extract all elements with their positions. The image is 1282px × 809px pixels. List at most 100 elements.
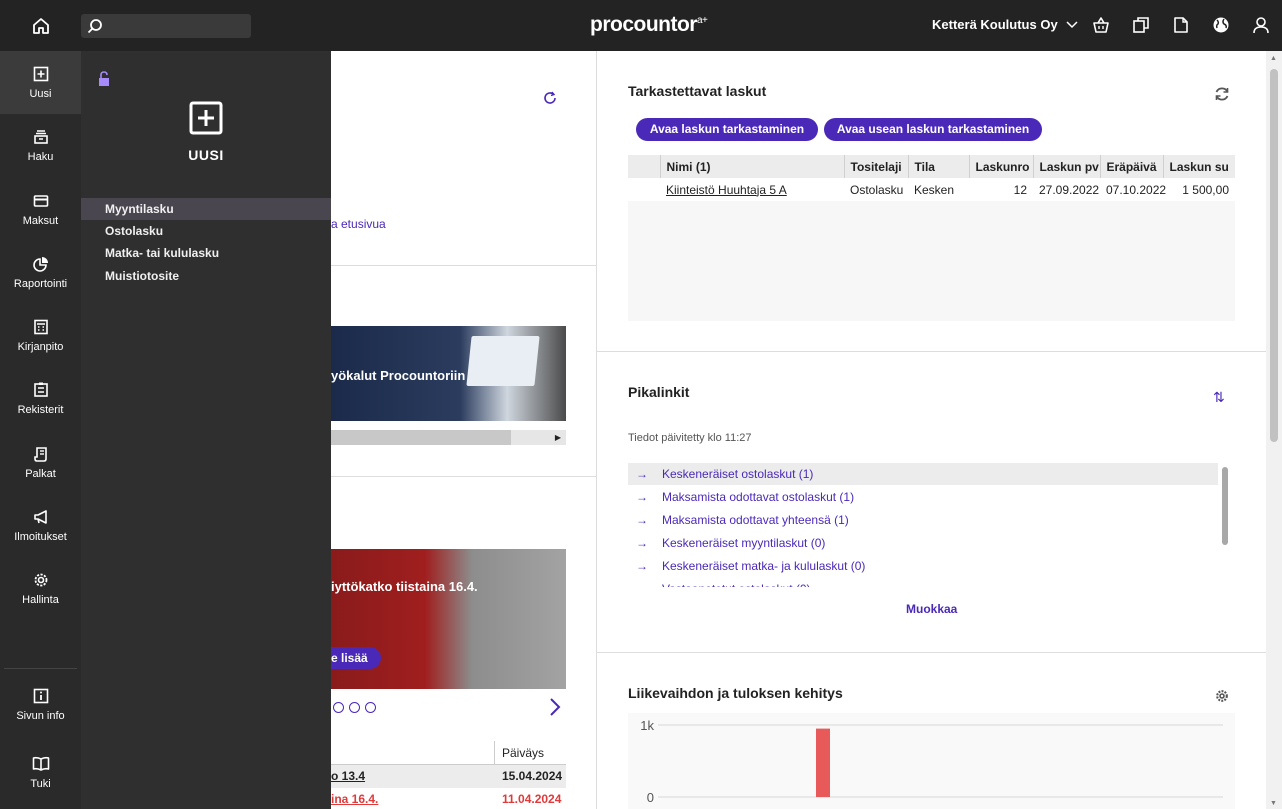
- open-multiple-invoice-review-button[interactable]: Avaa usean laskun tarkastaminen: [824, 118, 1042, 141]
- column-header[interactable]: Tila: [908, 155, 970, 178]
- chart-bar[interactable]: [816, 728, 830, 797]
- carousel-dot[interactable]: [333, 702, 344, 713]
- quicklink-label: Maksamista odottavat ostolaskut (1): [662, 490, 855, 504]
- quicklink-item[interactable]: → Keskeneräiset ostolaskut (1): [628, 463, 1218, 485]
- unlock-icon[interactable]: [98, 71, 110, 90]
- user-icon[interactable]: [1251, 15, 1271, 35]
- nav-item-kirjanpito[interactable]: Kirjanpito: [0, 304, 81, 367]
- chevron-right-icon[interactable]: [549, 697, 561, 720]
- gear-icon[interactable]: [1215, 689, 1229, 706]
- news-banner-1[interactable]: yökalut Procountoriin: [331, 326, 566, 421]
- nav-item-raportointi[interactable]: Raportointi: [0, 241, 81, 304]
- globe-icon[interactable]: [1211, 15, 1231, 35]
- refresh-icon[interactable]: [543, 91, 557, 108]
- chart-title: Liikevaihdon ja tuloksen kehitys: [628, 685, 843, 701]
- nav-item-tuki[interactable]: Tuki: [0, 741, 81, 804]
- news-title[interactable]: o 13.4: [331, 769, 365, 783]
- invoices-to-review-title: Tarkastettavat laskut: [628, 83, 767, 99]
- table-row[interactable]: Kiinteistö Huuhtaja 5 A Ostolasku Kesken…: [628, 178, 1235, 201]
- nav-item-haku[interactable]: Haku: [0, 114, 81, 177]
- nav-label: Raportointi: [13, 277, 68, 290]
- nav-divider: [4, 668, 77, 669]
- page-scrollbar[interactable]: ▲ ▼: [1266, 51, 1282, 809]
- horizontal-scrollbar[interactable]: ▶: [331, 430, 566, 445]
- y-tick-label: 0: [647, 790, 654, 805]
- quicklink-item[interactable]: → Maksamista odottavat ostolaskut (1): [628, 486, 1218, 508]
- invoice-name-link[interactable]: Kiinteistö Huuhtaja 5 A: [666, 183, 787, 197]
- nav-item-rekisterit[interactable]: Rekisterit: [0, 367, 81, 430]
- banner-2-text: iyttökatko tiistaina 16.4.: [331, 579, 478, 594]
- company-name: Ketterä Koulutus Oy: [932, 17, 1058, 32]
- new-flyout-menu: UUSI Myyntilasku Ostolasku Matka- tai ku…: [81, 51, 331, 809]
- news-banner-2[interactable]: iyttökatko tiistaina 16.4. e lisää: [331, 549, 566, 689]
- refresh-icon[interactable]: [1214, 86, 1230, 105]
- open-invoice-review-button[interactable]: Avaa laskun tarkastaminen: [636, 118, 818, 141]
- register-icon: [33, 382, 48, 397]
- nav-item-maksut[interactable]: Maksut: [0, 178, 81, 241]
- table-cell: 07.10.2022: [1106, 182, 1167, 197]
- carousel-dots[interactable]: [333, 702, 376, 713]
- quicklink-item[interactable]: → Keskeneräiset matka- ja kululaskut (0): [628, 555, 1218, 577]
- table-cell: 12: [1013, 182, 1027, 197]
- edit-quicklinks-link[interactable]: Muokkaa: [906, 602, 957, 616]
- dashboard: a etusivua yökalut Procountoriin ▶ iyttö…: [331, 51, 1266, 809]
- nav-item-ilmoitukset[interactable]: Ilmoitukset: [0, 494, 81, 557]
- basket-icon[interactable]: [1091, 15, 1111, 35]
- select-column-header: [628, 155, 661, 178]
- book-icon: [32, 756, 49, 771]
- column-header[interactable]: Laskun pv: [1033, 155, 1101, 178]
- quicklinks-title: Pikalinkit: [628, 384, 690, 400]
- front-page-link[interactable]: a etusivua: [331, 217, 386, 231]
- column-header[interactable]: Tositelaji: [844, 155, 909, 178]
- news-row[interactable]: o 13.4 15.04.2024: [331, 765, 566, 788]
- news-title[interactable]: ina 16.4.: [331, 792, 378, 806]
- chevron-down-icon: [1066, 20, 1078, 28]
- quicklink-item[interactable]: → Maksamista odottavat yhteensä (1): [628, 509, 1218, 531]
- column-header[interactable]: Laskun su: [1163, 155, 1235, 178]
- arrow-right-icon[interactable]: ▶: [555, 433, 561, 442]
- y-tick-label: 1k: [640, 718, 654, 733]
- windows-icon[interactable]: [1131, 15, 1151, 35]
- flyout-item-muistiotosite[interactable]: Muistiotosite: [81, 265, 331, 287]
- column-header[interactable]: Laskunro: [969, 155, 1034, 178]
- laptop-image: [466, 336, 540, 386]
- quicklink-item[interactable]: → Vastaanotetut ostolaskut (0): [628, 578, 1218, 587]
- nav-item-uusi[interactable]: Uusi: [0, 51, 81, 114]
- card-icon: [33, 194, 48, 207]
- nav-item-palkat[interactable]: Palkat: [0, 431, 81, 494]
- divider: [331, 265, 597, 266]
- right-column: Tarkastettavat laskut Avaa laskun tarkas…: [597, 51, 1266, 809]
- quicklinks-scrollbar[interactable]: [1222, 467, 1228, 545]
- left-column: a etusivua yökalut Procountoriin ▶ iyttö…: [331, 51, 597, 809]
- flyout-item-myyntilasku[interactable]: Myyntilasku: [81, 198, 331, 220]
- table-cell: Kesken: [914, 182, 955, 197]
- company-selector[interactable]: Ketterä Koulutus Oy: [932, 17, 1078, 32]
- column-header[interactable]: Eräpäivä: [1100, 155, 1164, 178]
- calculator-icon: [33, 319, 48, 334]
- pie-icon: [32, 256, 48, 272]
- home-icon[interactable]: [0, 0, 81, 51]
- quicklink-item[interactable]: → Keskeneräiset myyntilaskut (0): [628, 532, 1218, 554]
- carousel-dot[interactable]: [365, 702, 376, 713]
- scrollbar-thumb[interactable]: [1270, 69, 1278, 442]
- nav-label: Haku: [27, 150, 54, 163]
- carousel-dot[interactable]: [349, 702, 360, 713]
- news-row[interactable]: ina 16.4. 11.04.2024: [331, 788, 566, 809]
- date-column-header: Päiväys: [502, 746, 545, 760]
- quicklink-label: Keskeneräiset ostolaskut (1): [662, 467, 814, 481]
- flyout-item-matka-kululasku[interactable]: Matka- tai kululasku: [81, 242, 331, 264]
- nav-label: Sivun info: [16, 709, 65, 722]
- nav-label: Hallinta: [22, 593, 59, 606]
- arrow-right-icon: →: [636, 513, 648, 527]
- read-more-button[interactable]: e lisää: [331, 647, 381, 669]
- banner-1-text: yökalut Procountoriin: [331, 368, 466, 383]
- column-header[interactable]: Nimi (1): [660, 155, 845, 178]
- document-icon[interactable]: [1171, 15, 1191, 35]
- sort-icon[interactable]: ⇅: [1213, 389, 1225, 406]
- flyout-item-ostolasku[interactable]: Ostolasku: [81, 220, 331, 242]
- nav-item-sivun-info[interactable]: Sivun info: [0, 673, 81, 736]
- search-input[interactable]: [81, 14, 251, 38]
- search-icon: [87, 18, 103, 37]
- revenue-chart: 1k 0: [628, 713, 1235, 809]
- nav-item-hallinta[interactable]: Hallinta: [0, 557, 81, 620]
